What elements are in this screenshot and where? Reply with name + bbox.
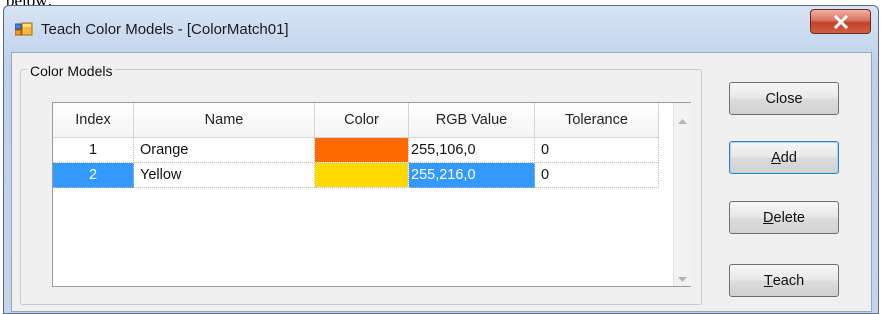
delete-button[interactable]: Delete	[729, 201, 839, 234]
column-header-index[interactable]: Index	[53, 103, 134, 138]
row-2-index-cell[interactable]: 2	[53, 163, 134, 188]
row-1-rgb-cell[interactable]: 255,106,0	[409, 138, 535, 163]
scroll-up-arrow-icon[interactable]	[678, 111, 687, 124]
row-1-tolerance-cell[interactable]: 0	[535, 138, 659, 163]
grid-vertical-scrollbar[interactable]	[673, 103, 691, 286]
close-button[interactable]: Close	[729, 82, 839, 115]
add-button-mnemonic: A	[771, 149, 781, 166]
window-app-icon	[14, 22, 33, 36]
close-icon	[833, 14, 849, 29]
add-button-label: dd	[780, 149, 797, 166]
row-2-color-swatch	[315, 163, 408, 187]
title-bar[interactable]: Teach Color Models - [ColorMatch01]	[4, 6, 878, 52]
dialog-client-area: Color Models Index Name Color RGB Value …	[11, 52, 872, 312]
add-button[interactable]: Add	[729, 141, 839, 174]
column-header-name[interactable]: Name	[134, 103, 315, 138]
row-1-color-cell[interactable]	[315, 138, 409, 163]
scroll-down-arrow-icon[interactable]	[678, 270, 687, 282]
row-1-index-cell[interactable]: 1	[53, 138, 134, 163]
teach-button[interactable]: Teach	[729, 264, 839, 297]
column-header-rgb-value[interactable]: RGB Value	[409, 103, 535, 138]
teach-button-mnemonic: T	[763, 272, 773, 289]
close-button-label: Close	[765, 90, 803, 107]
delete-button-mnemonic: D	[763, 209, 774, 226]
row-1-color-swatch	[315, 138, 408, 162]
window-close-button[interactable]	[810, 9, 871, 34]
row-2-name-cell[interactable]: Yellow	[134, 163, 315, 188]
row-2-tolerance-cell[interactable]: 0	[535, 163, 659, 188]
row-2-rgb-cell[interactable]: 255,216,0	[409, 163, 535, 188]
groupbox-legend: Color Models	[27, 63, 116, 79]
dialog-window: Teach Color Models - [ColorMatch01] Colo…	[3, 5, 879, 314]
row-1-name-cell[interactable]: Orange	[134, 138, 315, 163]
window-title: Teach Color Models - [ColorMatch01]	[41, 21, 289, 38]
row-2-color-cell[interactable]	[315, 163, 409, 188]
delete-button-label: elete	[773, 209, 805, 226]
column-header-color[interactable]: Color	[315, 103, 409, 138]
column-header-tolerance[interactable]: Tolerance	[535, 103, 659, 138]
teach-button-label: each	[772, 272, 805, 289]
color-models-grid[interactable]: Index Name Color RGB Value Tolerance 1 O…	[52, 102, 691, 287]
